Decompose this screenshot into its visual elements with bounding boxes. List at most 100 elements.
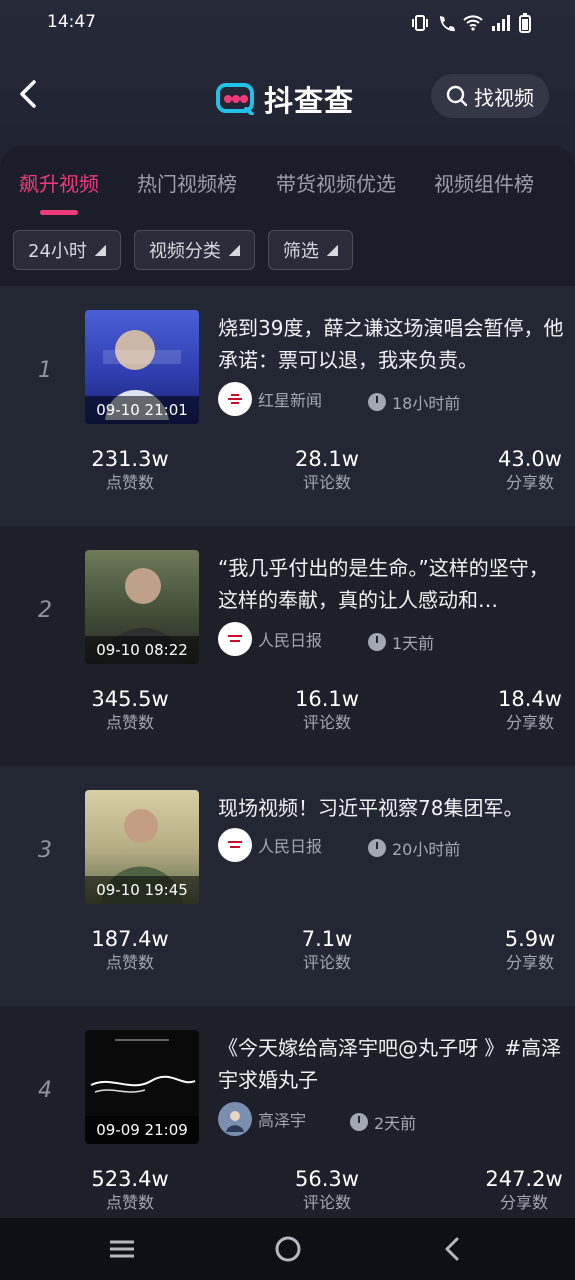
video-thumbnail[interactable]: 09-10 08:22 <box>85 550 199 664</box>
filter-screen[interactable]: 筛选 <box>267 230 353 270</box>
stat-likes: 187.4w 点赞数 <box>84 926 176 974</box>
filter-category-label: 视频分类 <box>148 241 221 262</box>
app-logo: 抖查查 <box>216 78 354 120</box>
call-icon <box>440 16 455 32</box>
publish-time-label: 20小时前 <box>392 840 461 859</box>
tab-component-videos[interactable]: 视频组件榜 <box>434 168 534 197</box>
publish-time-label: 1天前 <box>392 634 435 653</box>
video-source[interactable]: 人民日报 <box>218 828 322 862</box>
filter-bar: 24小时 视频分类 筛选 <box>13 230 353 270</box>
stat-shares: 43.0w 分享数 <box>484 446 575 494</box>
stat-comments: 28.1w 评论数 <box>281 446 373 494</box>
list-item[interactable]: 1 09-10 21:01 烧到39度，薛之谦这场演唱会暂停，他承诺：票可以退，… <box>0 286 575 526</box>
filter-screen-label: 筛选 <box>282 241 319 262</box>
stat-value: 5.9w <box>504 927 556 951</box>
dropdown-triangle-icon <box>326 244 338 256</box>
system-nav-bar <box>0 1218 575 1280</box>
stat-value: 56.3w <box>295 1167 359 1191</box>
video-title[interactable]: 烧到39度，薛之谦这场演唱会暂停，他承诺：票可以退，我来负责。 <box>218 312 568 376</box>
video-thumbnail[interactable]: 09-10 19:45 <box>85 790 199 904</box>
stat-label: 分享数 <box>505 953 554 972</box>
stat-likes: 231.3w 点赞数 <box>84 446 176 494</box>
stat-value: 345.5w <box>91 687 169 711</box>
stat-label: 评论数 <box>302 1193 351 1212</box>
source-name: 人民日报 <box>258 631 323 650</box>
publish-time: 18小时前 <box>368 390 460 414</box>
stat-value: 247.2w <box>485 1167 563 1191</box>
tab-bar: 飙升视频 热门视频榜 带货视频优选 视频组件榜 <box>0 146 575 216</box>
video-thumbnail[interactable]: 09-10 21:01 <box>85 310 199 424</box>
publish-time: 20小时前 <box>368 836 460 860</box>
stat-value: 16.1w <box>295 687 359 711</box>
find-video-button[interactable]: 找视频 <box>431 74 549 118</box>
stat-value: 28.1w <box>295 447 359 471</box>
stat-shares: 247.2w 分享数 <box>478 1166 570 1214</box>
stat-label: 分享数 <box>499 1193 548 1212</box>
stat-value: 231.3w <box>91 447 169 471</box>
menu-icon[interactable] <box>107 1234 137 1264</box>
filter-category[interactable]: 视频分类 <box>133 230 255 270</box>
source-name: 红星新闻 <box>258 391 323 410</box>
status-icons <box>411 13 531 33</box>
video-thumbnail[interactable]: 09-09 21:09 <box>85 1030 199 1144</box>
stat-label: 点赞数 <box>105 713 154 732</box>
filter-time-label: 24小时 <box>28 241 87 262</box>
tab-hot-videos[interactable]: 热门视频榜 <box>137 168 237 197</box>
logo-text: 抖查查 <box>264 84 355 118</box>
vibrate-icon <box>412 15 428 31</box>
clock-icon <box>368 839 386 857</box>
list-item[interactable]: 4 09-09 21:09 《今天嫁给高泽宇吧@丸子呀 》#高泽宇求婚丸子 高泽… <box>0 1006 575 1246</box>
stat-comments: 56.3w 评论数 <box>281 1166 373 1214</box>
find-video-label: 找视频 <box>474 85 534 110</box>
tab-commerce-videos[interactable]: 带货视频优选 <box>276 168 396 197</box>
video-source[interactable]: 高泽宇 <box>218 1102 306 1136</box>
stat-label: 评论数 <box>302 473 351 492</box>
video-title[interactable]: 《今天嫁给高泽宇吧@丸子呀 》#高泽宇求婚丸子 <box>218 1032 568 1096</box>
video-title[interactable]: “我几乎付出的是生命。”这样的坚守，这样的奉献，真的让人感动和… <box>218 552 568 616</box>
stats-row: 187.4w 点赞数 7.1w 评论数 5.9w 分享数 <box>0 926 575 986</box>
clock-icon <box>368 393 386 411</box>
rank-number: 3 <box>38 838 52 863</box>
stat-comments: 7.1w 评论数 <box>281 926 373 974</box>
publish-time-label: 2天前 <box>374 1114 417 1133</box>
stat-label: 点赞数 <box>105 953 154 972</box>
clock-icon <box>350 1113 368 1131</box>
rank-number: 4 <box>38 1078 52 1103</box>
back-icon[interactable] <box>14 78 44 110</box>
video-date: 09-10 08:22 <box>85 636 199 664</box>
avatar <box>218 1102 252 1136</box>
list-item[interactable]: 3 09-10 19:45 现场视频！习近平视察78集团军。 人民日报 20小时… <box>0 766 575 1006</box>
publish-time: 2天前 <box>350 1110 416 1134</box>
stat-label: 点赞数 <box>105 473 154 492</box>
video-title[interactable]: 现场视频！习近平视察78集团军。 <box>218 792 568 824</box>
top-nav: 抖查查 找视频 <box>0 66 575 126</box>
source-logo-icon <box>218 382 252 416</box>
list-item[interactable]: 2 09-10 08:22 “我几乎付出的是生命。”这样的坚守，这样的奉献，真的… <box>0 526 575 766</box>
battery-icon <box>519 13 531 33</box>
source-name: 高泽宇 <box>258 1111 307 1130</box>
filter-time-range[interactable]: 24小时 <box>13 230 121 270</box>
stat-shares: 18.4w 分享数 <box>484 686 575 734</box>
stat-label: 分享数 <box>505 713 554 732</box>
video-source[interactable]: 人民日报 <box>218 622 322 656</box>
signal-icon <box>492 15 510 31</box>
dropdown-triangle-icon <box>228 244 240 256</box>
stats-row: 231.3w 点赞数 28.1w 评论数 43.0w 分享数 <box>0 446 575 506</box>
publish-time-label: 18小时前 <box>392 394 461 413</box>
stat-shares: 5.9w 分享数 <box>484 926 575 974</box>
tab-rising-videos[interactable]: 飙升视频 <box>19 168 99 197</box>
stat-value: 523.4w <box>91 1167 169 1191</box>
stat-likes: 345.5w 点赞数 <box>84 686 176 734</box>
video-source[interactable]: 红星新闻 <box>218 382 322 416</box>
back-nav-icon[interactable] <box>438 1234 468 1264</box>
stat-value: 7.1w <box>301 927 353 951</box>
stat-label: 分享数 <box>505 473 554 492</box>
video-list: 1 09-10 21:01 烧到39度，薛之谦这场演唱会暂停，他承诺：票可以退，… <box>0 286 575 1246</box>
stat-value: 43.0w <box>498 447 562 471</box>
tab-indicator <box>40 210 78 215</box>
publish-time: 1天前 <box>368 630 434 654</box>
stat-value: 18.4w <box>498 687 562 711</box>
home-icon[interactable] <box>273 1234 303 1264</box>
status-time: 14:47 <box>47 12 96 32</box>
stats-row: 345.5w 点赞数 16.1w 评论数 18.4w 分享数 <box>0 686 575 746</box>
